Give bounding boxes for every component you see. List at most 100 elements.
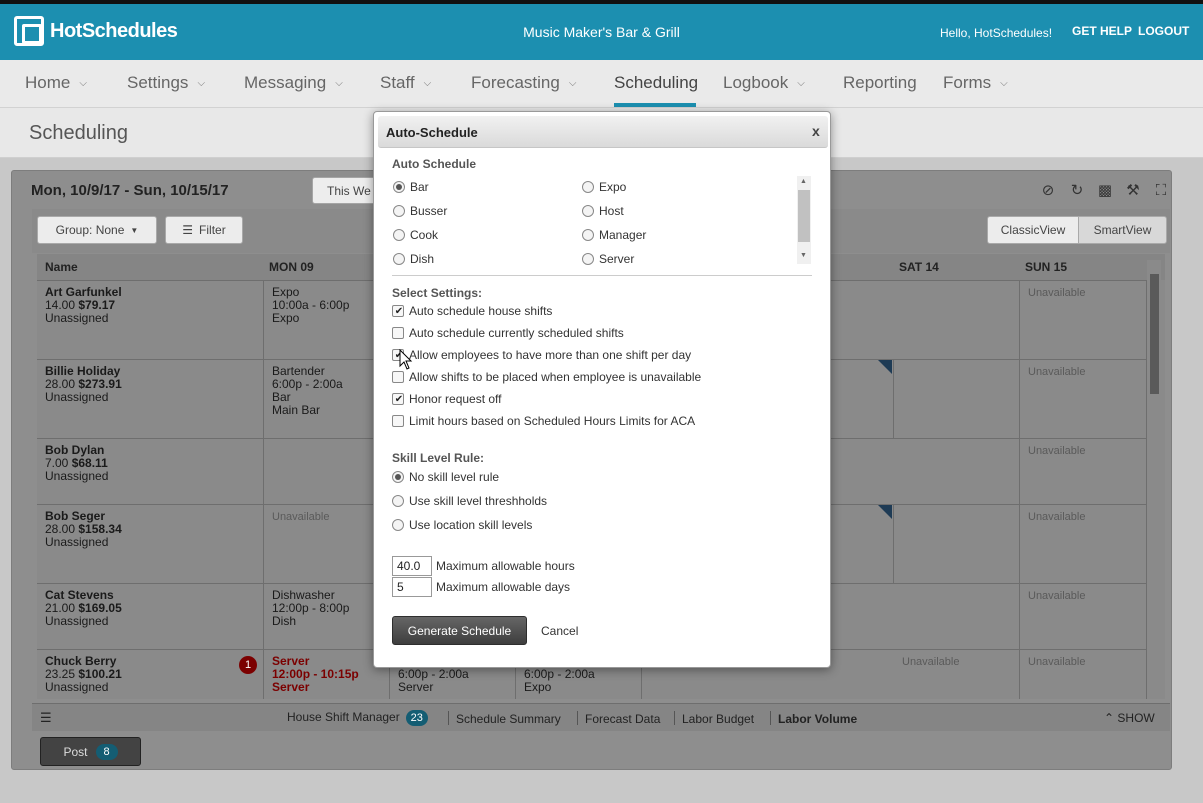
- setting-place-when-unavailable[interactable]: Allow shifts to be placed when employee …: [392, 370, 701, 384]
- hotschedules-logo[interactable]: HotSchedules: [14, 16, 178, 46]
- get-help-link[interactable]: GET HELP: [1072, 24, 1132, 38]
- role-scroll-thumb[interactable]: [798, 190, 810, 242]
- wrench-icon[interactable]: ⚒: [1124, 182, 1142, 200]
- radio-button[interactable]: [393, 229, 405, 241]
- radio-button[interactable]: [393, 205, 405, 217]
- logout-link[interactable]: LOGOUT: [1138, 24, 1189, 38]
- col-sat[interactable]: SAT 14: [899, 260, 939, 274]
- nav-reporting[interactable]: Reporting: [843, 73, 917, 93]
- radio-button[interactable]: [393, 253, 405, 265]
- nav-settings[interactable]: Settings ⌵: [127, 73, 205, 93]
- setting-limit-hours-aca[interactable]: Limit hours based on Scheduled Hours Lim…: [392, 414, 695, 428]
- nav-home[interactable]: Home ⌵: [25, 73, 87, 93]
- shift-cell[interactable]: Unavailable: [1020, 650, 1147, 699]
- show-toggle[interactable]: ⌃ SHOW: [1104, 711, 1155, 725]
- role-radio-cook[interactable]: Cook: [393, 228, 438, 242]
- alert-badge[interactable]: 1: [239, 656, 257, 674]
- scroll-down-icon[interactable]: ▼: [800, 252, 807, 259]
- shift-cell[interactable]: [894, 281, 1020, 359]
- classic-view-button[interactable]: ClassicView: [987, 216, 1079, 244]
- checkbox[interactable]: [392, 305, 405, 317]
- role-radio-bar[interactable]: Bar: [393, 180, 429, 194]
- radio-button[interactable]: [582, 181, 594, 193]
- shift-cell[interactable]: Bartender 6:00p - 2:00a Bar Main Bar: [264, 360, 390, 438]
- chevron-up-icon: ⌃: [1104, 711, 1115, 725]
- role-radio-server[interactable]: Server: [582, 252, 634, 266]
- nav-logbook[interactable]: Logbook ⌵: [723, 73, 805, 93]
- shift-cell[interactable]: [264, 439, 390, 504]
- radio-button[interactable]: [393, 181, 405, 193]
- this-week-button[interactable]: This We: [312, 177, 382, 204]
- nav-scheduling[interactable]: Scheduling: [614, 73, 698, 93]
- col-name[interactable]: Name: [45, 260, 78, 274]
- nav-forecasting[interactable]: Forecasting ⌵: [471, 73, 576, 93]
- nav-forms[interactable]: Forms ⌵: [943, 73, 1008, 93]
- filter-button[interactable]: ☰ Filter: [165, 216, 243, 244]
- role-radio-host[interactable]: Host: [582, 204, 624, 218]
- checkbox[interactable]: [392, 415, 404, 427]
- radio-button[interactable]: [582, 253, 594, 265]
- setting-auto-scheduled-shifts[interactable]: Auto schedule currently scheduled shifts: [392, 326, 624, 340]
- role-radio-busser[interactable]: Busser: [393, 204, 447, 218]
- radio-button[interactable]: [582, 205, 594, 217]
- shift-cell[interactable]: [894, 439, 1020, 504]
- scroll-up-icon[interactable]: ▲: [800, 178, 807, 185]
- labor-volume-link[interactable]: Labor Volume: [778, 712, 857, 726]
- max-days-input[interactable]: [392, 577, 432, 597]
- smart-view-button[interactable]: SmartView: [1078, 216, 1167, 244]
- shift-cell[interactable]: Unavailable: [1020, 584, 1147, 649]
- shift-cell[interactable]: [894, 360, 1020, 438]
- house-shift-manager-link[interactable]: House Shift Manager 23: [287, 710, 428, 726]
- chart-icon[interactable]: ▩: [1096, 182, 1114, 200]
- group-dropdown[interactable]: Group: None ▼: [37, 216, 157, 244]
- role-radio-expo[interactable]: Expo: [582, 180, 626, 194]
- labor-budget-link[interactable]: Labor Budget: [682, 712, 754, 726]
- hide-icon[interactable]: ⊘: [1039, 182, 1057, 200]
- shift-cell[interactable]: Unavailable: [1020, 439, 1147, 504]
- max-hours-input[interactable]: [392, 556, 432, 576]
- shift-cell[interactable]: Unavailable: [1020, 505, 1147, 583]
- shift-cell[interactable]: Expo 10:00a - 6:00p Expo: [264, 281, 390, 359]
- fullscreen-icon[interactable]: ⛶: [1152, 182, 1170, 200]
- setting-multiple-shifts[interactable]: Allow employees to have more than one sh…: [392, 348, 691, 362]
- refresh-icon[interactable]: ↻: [1068, 182, 1086, 200]
- setting-auto-house-shifts[interactable]: Auto schedule house shifts: [392, 304, 552, 318]
- shift-cell[interactable]: Unavailable: [894, 650, 1020, 699]
- checkbox[interactable]: [392, 393, 405, 405]
- skill-rule-none[interactable]: No skill level rule: [392, 470, 499, 484]
- role-radio-dish[interactable]: Dish: [393, 252, 434, 266]
- generate-schedule-button[interactable]: Generate Schedule: [392, 616, 527, 645]
- col-mon[interactable]: MON 09: [269, 260, 314, 274]
- radio-button[interactable]: [392, 471, 404, 483]
- nav-messaging[interactable]: Messaging ⌵: [244, 73, 343, 93]
- radio-button[interactable]: [392, 519, 404, 531]
- shift-cell[interactable]: Unavailable: [264, 505, 390, 583]
- col-sun[interactable]: SUN 15: [1025, 260, 1067, 274]
- cancel-link[interactable]: Cancel: [541, 624, 578, 638]
- employee-status: Unassigned: [45, 614, 109, 628]
- grid-scroll-thumb[interactable]: [1150, 274, 1159, 394]
- shift-cell[interactable]: Server 12:00p - 10:15p Server: [264, 650, 390, 699]
- close-icon[interactable]: x: [812, 123, 820, 139]
- forecast-data-link[interactable]: Forecast Data: [585, 712, 660, 726]
- post-button[interactable]: Post 8: [40, 737, 141, 766]
- radio-button[interactable]: [582, 229, 594, 241]
- shift-cell[interactable]: Dishwasher 12:00p - 8:00p Dish: [264, 584, 390, 649]
- radio-button[interactable]: [392, 495, 404, 507]
- nav-staff[interactable]: Staff ⌵: [380, 73, 431, 93]
- shift-cell[interactable]: Unavailable: [1020, 360, 1147, 438]
- role-radio-manager[interactable]: Manager: [582, 228, 646, 242]
- setting-label: Auto schedule currently scheduled shifts: [409, 326, 624, 340]
- role-list-scrollbar[interactable]: ▲ ▼: [797, 176, 811, 264]
- skill-rule-location[interactable]: Use location skill levels: [392, 518, 532, 532]
- checkbox[interactable]: [392, 327, 404, 339]
- setting-honor-request-off[interactable]: Honor request off: [392, 392, 502, 406]
- grid-scrollbar[interactable]: [1147, 260, 1161, 694]
- checkbox[interactable]: [392, 371, 404, 383]
- shift-cell[interactable]: Unavailable: [1020, 281, 1147, 359]
- menu-icon[interactable]: ☰: [40, 710, 52, 726]
- shift-cell[interactable]: [894, 584, 1020, 649]
- schedule-summary-link[interactable]: Schedule Summary: [456, 712, 561, 726]
- skill-rule-thresholds[interactable]: Use skill level threshholds: [392, 494, 547, 508]
- shift-cell[interactable]: [894, 505, 1020, 583]
